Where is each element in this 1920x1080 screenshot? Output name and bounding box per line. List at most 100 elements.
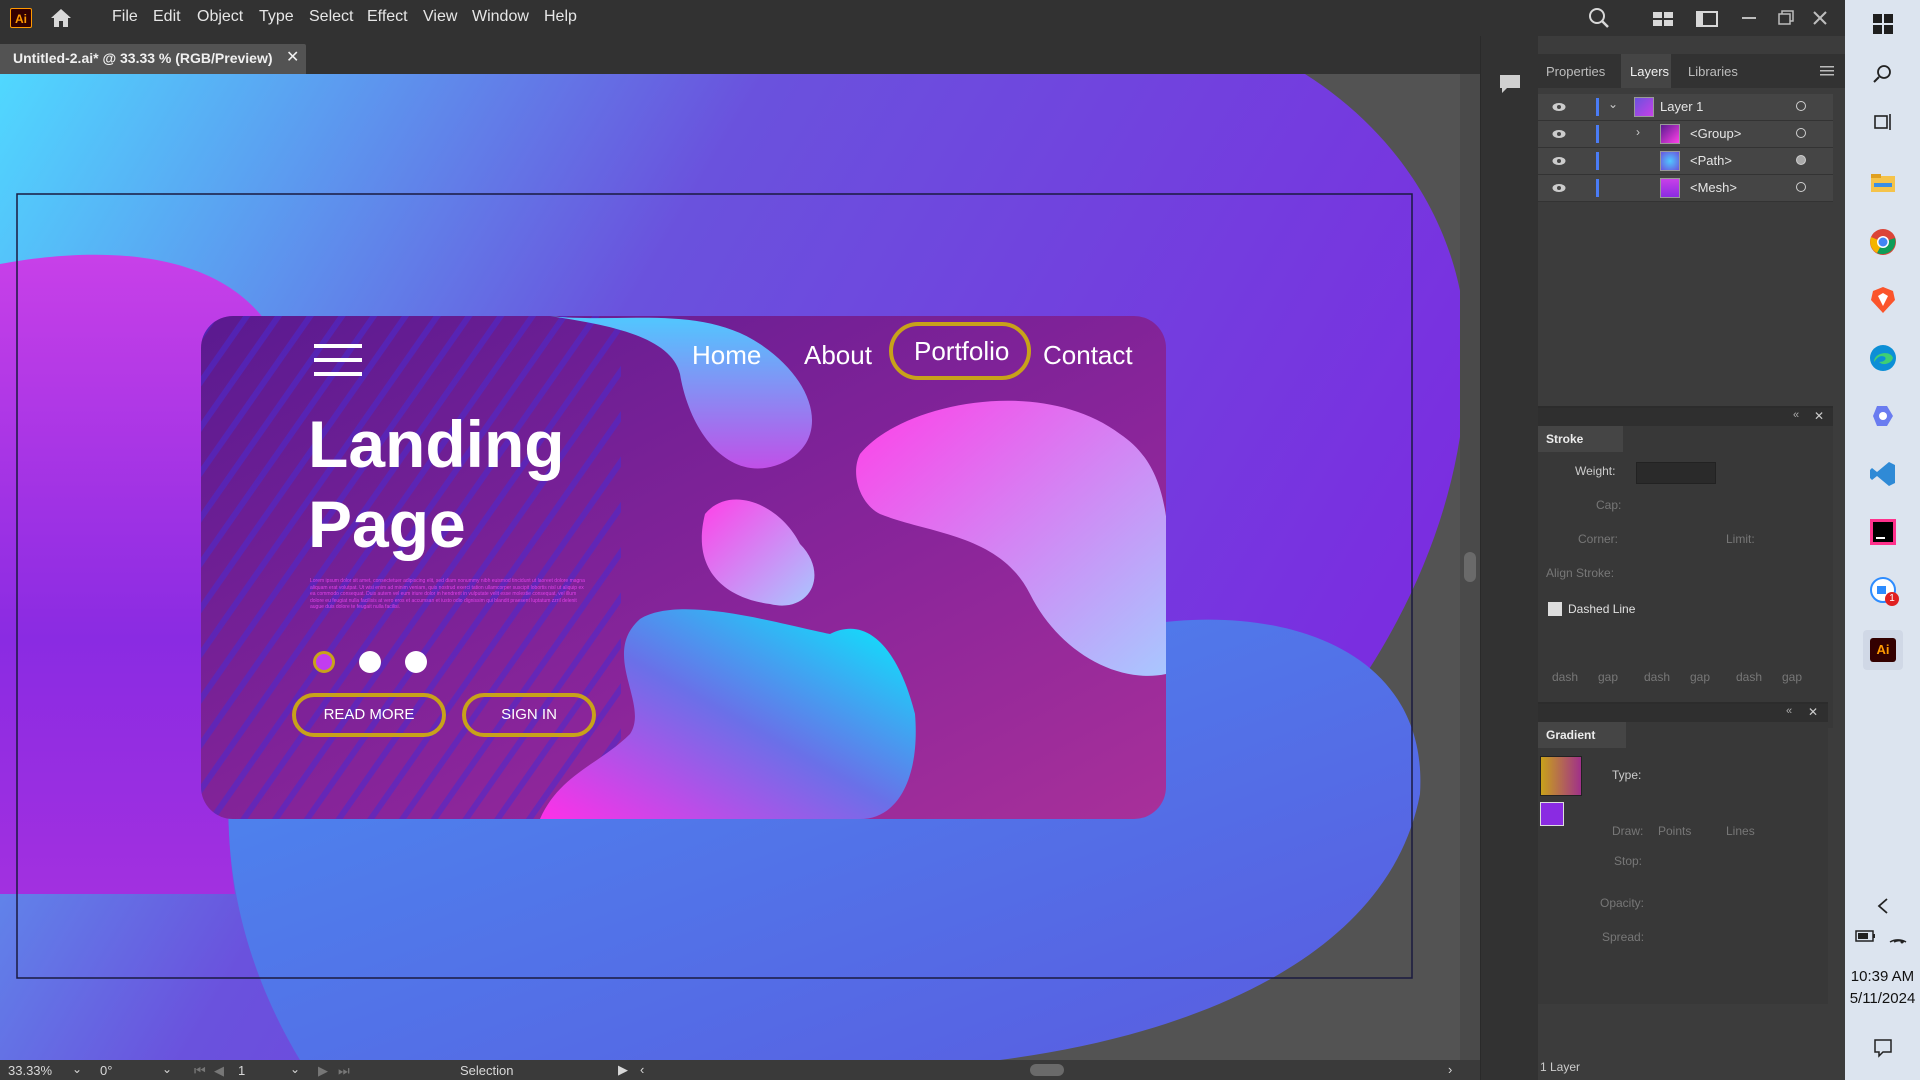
document-tab-title[interactable]: Untitled-2.ai* @ 33.33 % (RGB/Preview) [13, 50, 273, 66]
wifi-icon[interactable] [1883, 916, 1913, 956]
search-icon[interactable] [1863, 54, 1903, 94]
first-artboard-icon[interactable]: ⏮ [194, 1063, 206, 1079]
gradient-title[interactable]: Gradient [1546, 728, 1595, 742]
expand-chevron-icon[interactable]: › [1636, 125, 1640, 139]
horizontal-scroll-thumb[interactable] [1030, 1064, 1064, 1076]
current-tool-label: Selection [460, 1063, 514, 1078]
fill-color-swatch[interactable] [1540, 802, 1564, 826]
spread-label: Spread: [1602, 930, 1645, 944]
hamburger-menu-icon[interactable] [314, 342, 362, 380]
home-icon[interactable] [48, 6, 74, 30]
menu-type[interactable]: Type [259, 8, 294, 26]
collapse-panel-icon[interactable]: « [1786, 705, 1792, 717]
clock-time[interactable]: 10:39 AM [1845, 968, 1920, 985]
file-explorer-icon[interactable] [1863, 162, 1903, 202]
chrome-icon[interactable] [1863, 222, 1903, 262]
target-circle-icon[interactable] [1796, 101, 1806, 111]
scrollbar-thumb[interactable] [1464, 552, 1476, 582]
artboard-number[interactable]: 1 [238, 1063, 245, 1078]
battery-icon[interactable] [1851, 916, 1881, 956]
copilot-icon[interactable] [1863, 396, 1903, 436]
edge-browser-icon[interactable] [1863, 338, 1903, 378]
clock-date[interactable]: 5/11/2024 [1845, 990, 1920, 1007]
vertical-scrollbar[interactable] [1460, 74, 1480, 1060]
tab-libraries[interactable]: Libraries [1688, 64, 1738, 79]
restore-icon[interactable] [1774, 7, 1798, 29]
gap-label: gap [1782, 670, 1803, 684]
close-tab-icon[interactable]: ✕ [286, 47, 299, 67]
align-stroke-label: Align Stroke: [1546, 566, 1615, 580]
last-artboard-icon[interactable]: ⏭ [338, 1063, 350, 1079]
gradient-panel-header [1538, 704, 1828, 722]
visibility-eye-icon[interactable] [1552, 100, 1566, 114]
artboard-dropdown-icon[interactable]: ⌄ [290, 1062, 300, 1076]
windows-start-icon[interactable] [1863, 4, 1903, 44]
layer-name[interactable]: Layer 1 [1660, 99, 1703, 114]
rotation-value[interactable]: 0° [100, 1063, 112, 1078]
intellij-icon[interactable] [1863, 512, 1903, 552]
vscode-icon[interactable] [1863, 454, 1903, 494]
artwork-svg [0, 74, 1467, 1060]
gap-label: gap [1690, 670, 1711, 684]
gradient-swatch[interactable] [1540, 756, 1582, 796]
group-name[interactable]: <Group> [1690, 126, 1741, 141]
dashed-line-checkbox[interactable] [1548, 602, 1562, 616]
target-circle-icon[interactable] [1796, 128, 1806, 138]
zoom-app-icon[interactable]: 1 [1863, 570, 1903, 610]
visibility-eye-icon[interactable] [1552, 127, 1566, 141]
illustrator-logo-icon: Ai [10, 8, 32, 28]
notification-center-icon[interactable] [1863, 1028, 1903, 1068]
panel-menu-icon[interactable] [1820, 64, 1836, 78]
comments-icon[interactable] [1497, 72, 1523, 96]
visibility-eye-icon[interactable] [1552, 154, 1566, 168]
menu-help[interactable]: Help [544, 8, 577, 26]
menu-edit[interactable]: Edit [153, 8, 181, 26]
illustrator-taskbar-icon[interactable]: Ai [1863, 630, 1903, 670]
points-label: Points [1658, 824, 1692, 838]
zoom-dropdown-icon[interactable]: ⌄ [72, 1062, 82, 1076]
arrange-documents-icon[interactable] [1651, 7, 1675, 29]
layer-row[interactable]: › <Group> [1538, 121, 1833, 148]
zoom-level[interactable]: 33.33% [8, 1063, 52, 1078]
search-icon[interactable] [1587, 7, 1611, 29]
minimize-icon[interactable] [1737, 7, 1761, 29]
scroll-left-icon[interactable]: ‹ [640, 1062, 644, 1077]
rotation-dropdown-icon[interactable]: ⌄ [162, 1062, 172, 1076]
menu-effect[interactable]: Effect [367, 8, 408, 26]
collapse-panel-icon[interactable]: « [1793, 409, 1799, 421]
close-window-icon[interactable] [1808, 7, 1832, 29]
task-view-icon[interactable] [1863, 102, 1903, 142]
mesh-name[interactable]: <Mesh> [1690, 180, 1737, 195]
tool-menu-arrow-icon[interactable]: ▶ [618, 1062, 628, 1078]
target-circle-icon[interactable] [1796, 182, 1806, 192]
scroll-right-icon[interactable]: › [1448, 1062, 1452, 1077]
menu-window[interactable]: Window [472, 8, 529, 26]
brave-browser-icon[interactable] [1863, 280, 1903, 320]
artwork-nav-home: Home [692, 340, 762, 370]
collapse-chevron-icon[interactable]: ⌄ [1608, 97, 1618, 111]
visibility-eye-icon[interactable] [1552, 181, 1566, 195]
layer-row[interactable]: <Path> [1538, 148, 1833, 175]
layer-row[interactable]: ⌄ Layer 1 [1538, 94, 1833, 121]
close-panel-icon[interactable]: ✕ [1814, 409, 1824, 423]
menu-select[interactable]: Select [309, 8, 353, 26]
close-panel-icon[interactable]: ✕ [1808, 705, 1818, 719]
artboard-canvas[interactable]: Home About Portfolio Contact Landing Pag… [0, 74, 1480, 1060]
stop-label: Stop: [1614, 854, 1643, 868]
tab-layers[interactable]: Layers [1630, 64, 1669, 79]
workspace-switcher-icon[interactable] [1695, 7, 1719, 29]
draw-label: Draw: [1612, 824, 1644, 838]
weight-input[interactable] [1636, 462, 1716, 484]
carousel-dot-active [313, 651, 335, 673]
tab-properties[interactable]: Properties [1546, 64, 1605, 79]
menu-file[interactable]: File [112, 8, 138, 26]
next-artboard-icon[interactable]: ▶ [318, 1063, 328, 1079]
menu-object[interactable]: Object [197, 8, 243, 26]
target-circle-icon[interactable] [1796, 155, 1806, 165]
gap-label: gap [1598, 670, 1619, 684]
stroke-title[interactable]: Stroke [1546, 432, 1583, 446]
previous-artboard-icon[interactable]: ◀ [214, 1063, 224, 1079]
menu-view[interactable]: View [423, 8, 457, 26]
path-name[interactable]: <Path> [1690, 153, 1732, 168]
layer-row[interactable]: <Mesh> [1538, 175, 1833, 202]
